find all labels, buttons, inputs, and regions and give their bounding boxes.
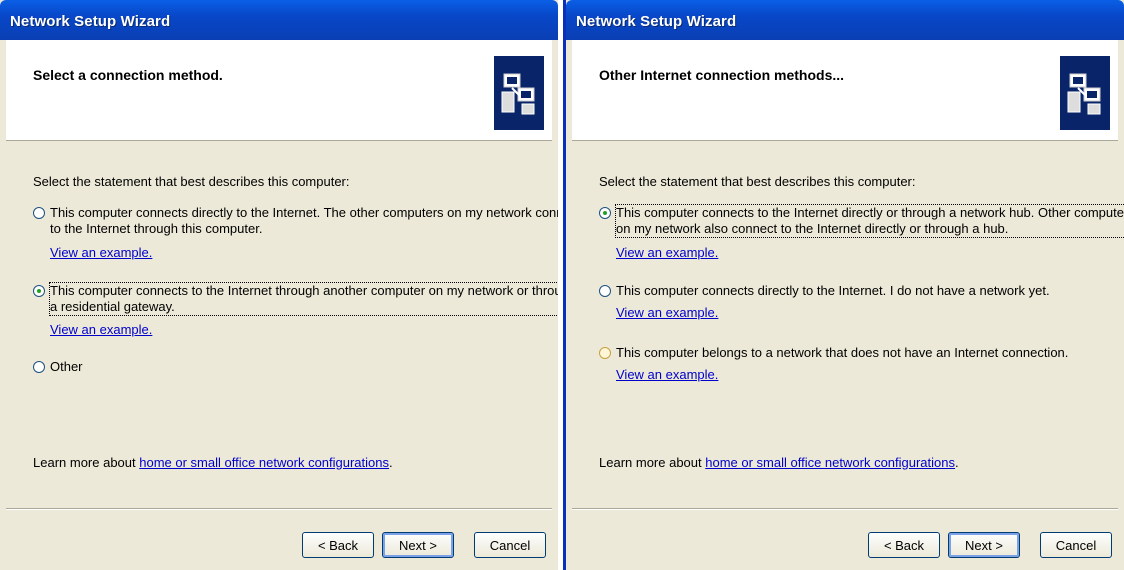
footer-separator	[572, 508, 1118, 510]
dialog-other-methods: Network Setup Wizard Other Internet conn…	[563, 0, 1124, 570]
view-example-link[interactable]: View an example.	[50, 245, 152, 260]
page-title: Other Internet connection methods...	[599, 67, 845, 83]
footer-separator	[6, 508, 552, 510]
next-button[interactable]: Next >	[948, 532, 1020, 558]
option-label: This computer connects to the Internet d…	[615, 204, 1124, 238]
option-label: This computer belongs to a network that …	[616, 345, 1069, 360]
option-label: This computer connects directly to the I…	[50, 205, 558, 236]
page-title: Select a connection method.	[33, 67, 223, 83]
radio-no-network[interactable]	[599, 285, 611, 297]
view-example-link[interactable]: View an example.	[616, 305, 718, 320]
radio-no-internet[interactable]	[599, 347, 611, 359]
option-label: This computer connects to the Internet t…	[48, 282, 558, 316]
option-label: This computer connects directly to the I…	[616, 283, 1050, 298]
view-example-link[interactable]: View an example.	[616, 245, 718, 260]
cancel-button[interactable]: Cancel	[1040, 532, 1112, 558]
window-title: Network Setup Wizard	[0, 0, 558, 40]
prompt-text: Select the statement that best describes…	[33, 174, 350, 189]
radio-through-gateway[interactable]	[33, 285, 45, 297]
wizard-body: Select the statement that best describes…	[6, 141, 558, 510]
learn-more-text: Learn more about home or small office ne…	[33, 455, 393, 470]
radio-other[interactable]	[33, 361, 45, 373]
wizard-header: Select a connection method.	[6, 40, 552, 141]
network-computers-icon	[1060, 56, 1110, 130]
wizard-body: Select the statement that best describes…	[572, 141, 1124, 510]
radio-direct-host[interactable]	[33, 207, 45, 219]
learn-more-text: Learn more about home or small office ne…	[599, 455, 959, 470]
back-button[interactable]: < Back	[302, 532, 374, 558]
network-computers-icon	[494, 56, 544, 130]
window-title: Network Setup Wizard	[566, 0, 1124, 40]
learn-more-link[interactable]: home or small office network configurati…	[705, 455, 955, 470]
radio-hub[interactable]	[599, 207, 611, 219]
wizard-header: Other Internet connection methods...	[572, 40, 1118, 141]
view-example-link[interactable]: View an example.	[50, 322, 152, 337]
prompt-text: Select the statement that best describes…	[599, 174, 916, 189]
view-example-link[interactable]: View an example.	[616, 367, 718, 382]
next-button[interactable]: Next >	[382, 532, 454, 558]
option-label: Other	[50, 359, 83, 374]
cancel-button[interactable]: Cancel	[474, 532, 546, 558]
back-button[interactable]: < Back	[868, 532, 940, 558]
dialog-select-connection: Network Setup Wizard Select a connection…	[0, 0, 558, 570]
learn-more-link[interactable]: home or small office network configurati…	[139, 455, 389, 470]
